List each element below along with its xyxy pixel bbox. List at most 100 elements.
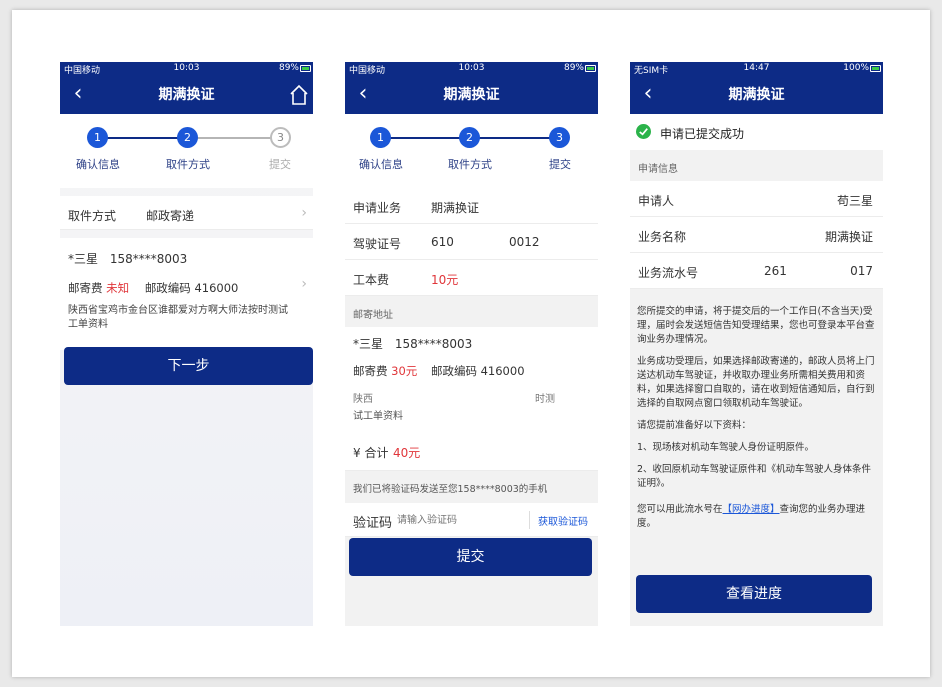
nav-bar: ‹ 期满换证	[60, 76, 313, 114]
page-title: 期满换证	[728, 87, 785, 103]
postage-value: 30元	[391, 364, 418, 378]
recipient-line: *三星 158****8003	[353, 335, 472, 352]
business-name-label: 业务名称	[638, 230, 687, 244]
verify-code-input[interactable]	[397, 510, 517, 530]
total-row: ¥ 合计 40元	[345, 433, 598, 471]
postage-line: 邮寄费 未知 邮政编码 416000	[68, 280, 238, 296]
address-line2: 试工单资料	[353, 411, 403, 422]
applicant-label: 申请人	[638, 194, 675, 208]
step-2-label: 取件方式	[448, 158, 492, 171]
status-bar: 中国移动 10:03 89%	[60, 62, 313, 76]
status-time: 10:03	[173, 63, 200, 73]
step-line-2-3	[188, 137, 280, 139]
business-name-value: 期满换证	[824, 230, 873, 244]
postage-label: 邮寄费	[68, 281, 103, 295]
verify-code-label: 验证码	[353, 516, 393, 531]
recipient-phone: 158****8003	[394, 337, 473, 351]
total-label: ¥ 合计	[353, 446, 389, 460]
license-row: 驾驶证号 610 0012	[345, 224, 598, 260]
step-2-circle: 2	[459, 127, 480, 148]
step-1-circle: 1	[87, 127, 108, 148]
recipient-line: *三星 158****8003	[68, 250, 187, 267]
battery-icon	[870, 65, 881, 72]
home-icon[interactable]	[289, 84, 309, 106]
license-value-end: 0012	[509, 235, 540, 249]
step-3-circle: 3	[270, 127, 291, 148]
address-card[interactable]: *三星 158****8003 邮寄费 未知 邮政编码 416000 › 陕西省…	[60, 238, 313, 350]
sms-notice: 我们已将验证码发送至您158****8003的手机	[353, 484, 548, 495]
postcode-label: 邮政编码	[430, 364, 477, 378]
mail-section-label: 邮寄地址	[345, 296, 598, 327]
status-bar: 无SIM卡 14:47 100%	[630, 62, 883, 76]
check-circle-icon	[636, 124, 651, 139]
phone-screen-success: 无SIM卡 14:47 100% ‹ 期满换证 申请已提交成功 申请信息 申请人…	[630, 62, 883, 626]
next-step-button[interactable]: 下一步	[64, 347, 313, 385]
recipient-name: *三星	[68, 252, 99, 266]
status-time: 10:03	[458, 63, 485, 73]
nav-bar: ‹ 期满换证	[345, 76, 598, 114]
success-banner: 申请已提交成功	[630, 114, 883, 150]
applicant-row: 申请人 苟三星	[630, 181, 883, 217]
query-prefix: 您可以用此流水号在	[637, 504, 723, 515]
business-value: 期满换证	[431, 201, 480, 215]
pickup-method-row[interactable]: 取件方式 邮政寄递 ›	[60, 196, 313, 230]
battery-icon	[585, 65, 596, 72]
pickup-method-label: 取件方式	[68, 209, 117, 223]
step-1-label: 确认信息	[76, 158, 120, 171]
step-indicator: 1 2 3 确认信息 取件方式 提交	[345, 114, 598, 188]
verify-code-row: 验证码 获取验证码	[345, 503, 598, 537]
step-2-label: 取件方式	[166, 158, 210, 171]
recipient-phone: 158****8003	[109, 252, 188, 266]
serial-value-start: 261	[764, 264, 787, 278]
back-arrow-icon[interactable]: ‹	[68, 76, 88, 112]
nav-bar: ‹ 期满换证	[630, 76, 883, 114]
notice-paragraph: 业务成功受理后，如果选择邮政寄递的，邮政人员将上门送达机动车驾驶证，并收取办理业…	[637, 356, 875, 409]
fee-value: 10元	[431, 273, 459, 287]
serial-value-end: 017	[850, 264, 873, 278]
step-3-label: 提交	[549, 158, 571, 171]
battery-percent: 100%	[843, 63, 869, 73]
recipient-name: *三星	[353, 337, 384, 351]
chevron-right-icon: ›	[301, 205, 307, 221]
serial-label: 业务流水号	[638, 266, 699, 280]
phone-screen-submit: 中国移动 10:03 89% ‹ 期满换证 1 2 3 确认信息 取件方式 提交…	[345, 62, 598, 626]
query-hint: 您可以用此流水号在【网办进度】查询您的业务办理进度。	[630, 503, 883, 531]
notice-paragraph: 2、收回原机动车驾驶证原件和《机动车驾驶人身体条件证明》。	[637, 464, 872, 489]
success-message: 申请已提交成功	[660, 127, 745, 141]
view-progress-button[interactable]: 查看进度	[636, 575, 872, 613]
serial-row: 业务流水号 261 017	[630, 253, 883, 289]
get-code-button[interactable]: 获取验证码	[538, 513, 588, 528]
business-row: 申请业务 期满换证	[345, 188, 598, 224]
chevron-right-icon: ›	[301, 276, 307, 292]
page-title: 期满换证	[443, 87, 500, 103]
total-value: 40元	[393, 446, 421, 460]
step-line-1-2	[98, 137, 188, 139]
postage-value: 未知	[106, 281, 130, 295]
progress-link[interactable]: 【网办进度】	[723, 504, 780, 515]
license-value-start: 610	[431, 235, 454, 249]
submit-button[interactable]: 提交	[349, 538, 592, 576]
pickup-method-value: 邮政寄递	[146, 209, 195, 223]
postcode-value: 416000	[194, 281, 239, 295]
notice-paragraph: 1、现场核对机动车驾驶人身份证明原件。	[637, 442, 815, 453]
battery-percent: 89%	[278, 63, 299, 73]
back-arrow-icon[interactable]: ‹	[353, 76, 373, 112]
page-title: 期满换证	[158, 87, 215, 103]
license-label: 驾驶证号	[353, 237, 402, 251]
applicant-value: 苟三星	[836, 194, 873, 208]
notice-text: 您所提交的申请，将于提交后的一个工作日(不含当天)受理，届时会发送短信告知受理结…	[630, 289, 883, 531]
back-arrow-icon[interactable]: ‹	[638, 76, 658, 112]
business-label: 申请业务	[353, 201, 402, 215]
fee-label: 工本费	[353, 273, 390, 287]
mail-address-card: *三星 158****8003 邮寄费 30元 邮政编码 416000 陕西 时…	[345, 327, 598, 433]
address-line1-end: 时测	[535, 394, 555, 405]
info-section-label: 申请信息	[630, 150, 883, 181]
address-line1-start: 陕西	[353, 394, 373, 405]
phone-screen-pickup-method: 中国移动 10:03 89% ‹ 期满换证 1 2 3 确认信息 取件方式 提交…	[60, 62, 313, 626]
battery-percent: 89%	[563, 63, 584, 73]
postage-line: 邮寄费 30元 邮政编码 416000	[353, 363, 525, 379]
fee-row: 工本费 10元	[345, 260, 598, 296]
step-indicator: 1 2 3 确认信息 取件方式 提交	[60, 114, 313, 188]
divider	[529, 511, 530, 529]
battery-icon	[300, 65, 311, 72]
